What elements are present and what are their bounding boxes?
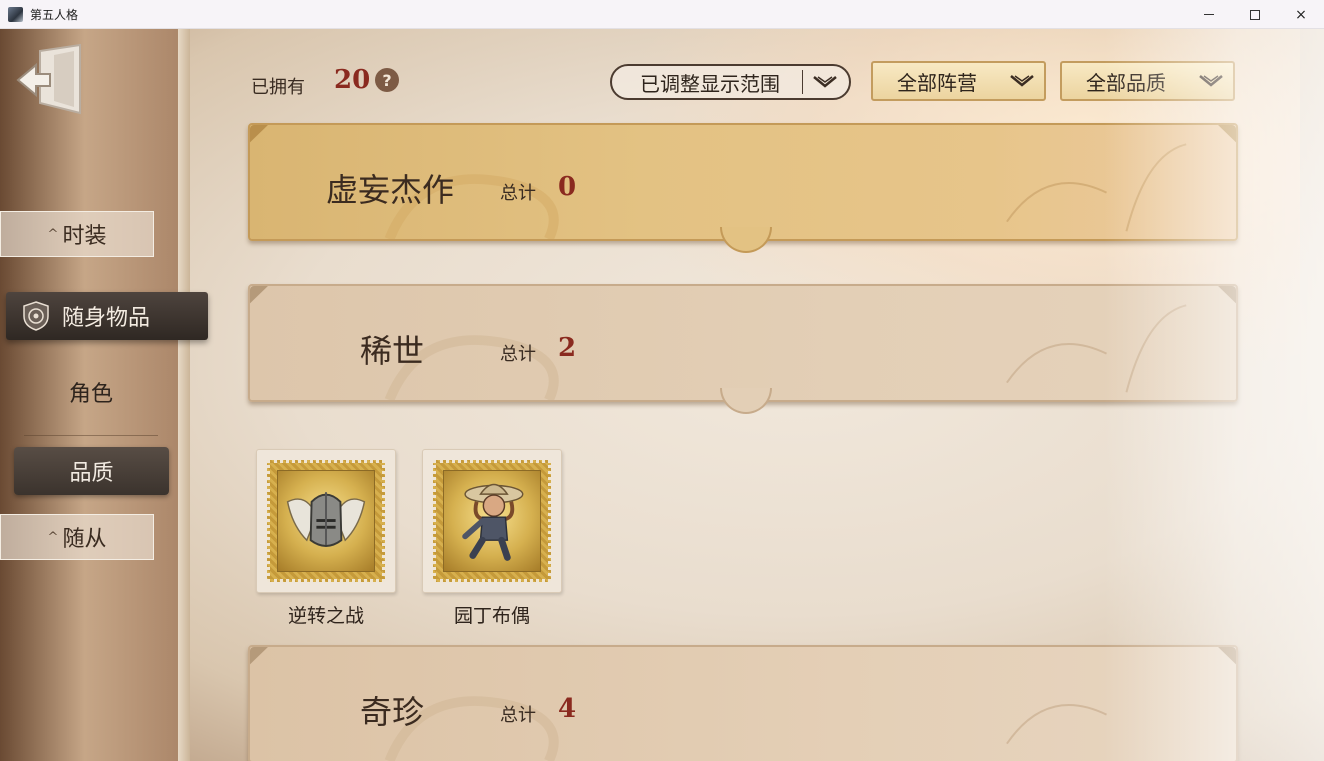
- tab-outfit[interactable]: ^ 时装: [0, 211, 154, 257]
- emblem-icon: [23, 301, 49, 331]
- camp-filter-label: 全部阵营: [897, 70, 977, 95]
- quality-filter-dropdown[interactable]: 全部品质: [1060, 61, 1235, 101]
- item-name: 逆转之战: [287, 605, 364, 627]
- item-thumbnail: [277, 470, 375, 572]
- tab-accessory-label: 随身物品: [62, 306, 151, 331]
- range-filter-dropdown[interactable]: 已调整显示范围: [610, 64, 851, 100]
- maximize-button[interactable]: [1232, 0, 1278, 29]
- category-total-value: 2: [558, 333, 577, 363]
- category-name: 奇珍: [360, 693, 425, 731]
- maximize-icon: [1250, 9, 1260, 20]
- category-total-label: 总计: [500, 344, 536, 365]
- category-banner-legendary[interactable]: 虚妄杰作 总计 0: [248, 123, 1238, 253]
- sidebar-edge: [178, 29, 190, 761]
- item-frame: [256, 449, 396, 593]
- chevron-down-icon: [803, 75, 847, 89]
- category-total-label: 总计: [500, 705, 536, 726]
- quality-filter-label: 全部品质: [1086, 70, 1166, 95]
- item-name: 园丁布偶: [453, 605, 530, 627]
- category-total-value: 4: [558, 694, 577, 724]
- banner-notch: [720, 227, 772, 253]
- item-card[interactable]: 逆转之战: [256, 449, 396, 628]
- owned-label: 已拥有: [251, 77, 305, 98]
- category-total-label: 总计: [500, 183, 536, 204]
- tab-quality-label: 品质: [69, 461, 114, 486]
- stamp-frame: [267, 460, 385, 582]
- banner-notch: [720, 388, 772, 414]
- category-total-value: 0: [558, 172, 577, 202]
- expand-caret-icon: ^: [47, 529, 59, 545]
- item-card[interactable]: 园丁布偶: [422, 449, 562, 628]
- chevron-down-icon: [1001, 74, 1044, 88]
- expand-caret-icon: ^: [47, 226, 59, 242]
- window-title: 第五人格: [30, 7, 79, 22]
- tab-role[interactable]: 角色: [22, 369, 160, 415]
- minimize-button[interactable]: [1186, 0, 1232, 29]
- app-icon: [8, 6, 23, 22]
- tab-follower-label: 随从: [62, 527, 107, 552]
- item-thumbnail: [443, 470, 541, 572]
- camp-filter-dropdown[interactable]: 全部阵营: [871, 61, 1046, 101]
- help-icon[interactable]: ?: [375, 68, 399, 92]
- sidebar-divider: [24, 435, 158, 436]
- back-button[interactable]: [14, 43, 86, 117]
- chevron-down-icon: [1190, 74, 1233, 88]
- range-filter-label: 已调整显示范围: [640, 71, 780, 96]
- item-frame: [422, 449, 562, 593]
- window-controls: ×: [1186, 0, 1324, 29]
- game-canvas: ^ 时装 随身物品 角色 品质 ^ 随从 已拥有 20 ? 已调整显示范围 全部…: [0, 29, 1324, 761]
- minimize-icon: [1204, 14, 1214, 15]
- stamp-frame: [433, 460, 551, 582]
- tab-follower[interactable]: ^ 随从: [0, 514, 154, 560]
- owned-count: 20: [334, 65, 371, 95]
- window-titlebar: 第五人格 ×: [0, 0, 1324, 29]
- winged-helmet-icon: [286, 492, 366, 547]
- tab-quality[interactable]: 品质: [14, 447, 169, 495]
- category-name: 虚妄杰作: [326, 171, 455, 209]
- gardener-doll-icon: [462, 483, 524, 561]
- close-icon: ×: [1295, 6, 1307, 23]
- exit-door-icon: [16, 43, 81, 115]
- tab-accessory[interactable]: 随身物品: [6, 292, 208, 340]
- category-banner-treasure[interactable]: 奇珍 总计 4: [248, 645, 1238, 761]
- category-banner-rare[interactable]: 稀世 总计 2: [248, 284, 1238, 414]
- tab-outfit-label: 时装: [62, 224, 107, 249]
- close-button[interactable]: ×: [1278, 0, 1324, 29]
- category-name: 稀世: [360, 332, 425, 370]
- tab-role-label: 角色: [68, 382, 113, 407]
